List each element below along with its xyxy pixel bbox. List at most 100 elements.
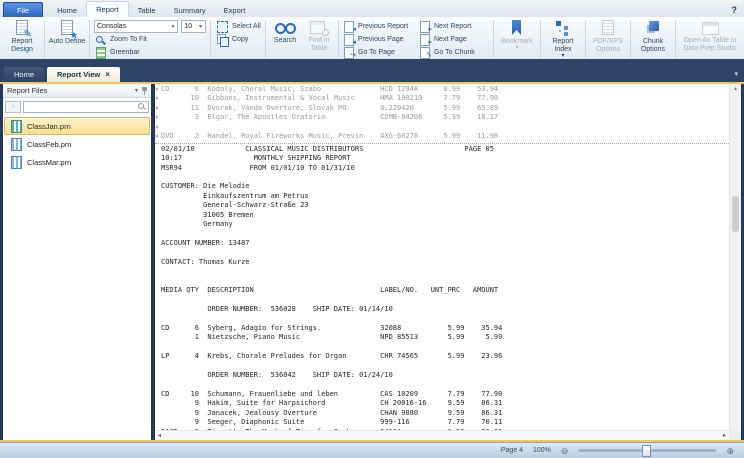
vertical-scrollbar-thumb[interactable]: [732, 196, 739, 232]
report-line-text: DVD 2 Handel, Royal Fireworks Music, Pre…: [161, 132, 498, 141]
select-all-button[interactable]: Select All: [213, 20, 263, 33]
zoom-slider-thumb[interactable]: [642, 445, 651, 457]
bookmark-button[interactable]: Bookmark ▾: [496, 18, 538, 60]
tab-summary[interactable]: Summary: [165, 3, 215, 17]
report-line: ×CD 6 Kodaly, Choral Music, Szabo HCD 12…: [155, 85, 729, 94]
horizontal-scrollbar[interactable]: ◂ ▸: [155, 430, 729, 440]
chevron-down-icon[interactable]: ▾: [734, 70, 738, 82]
file-search-row: ↑↓: [3, 98, 151, 115]
sort-icon[interactable]: ↑↓: [5, 101, 21, 113]
report-index-button[interactable]: Report Index ▾: [543, 18, 583, 60]
report-design-button[interactable]: Report Design: [2, 18, 42, 60]
report-line-text: [161, 123, 165, 132]
report-line: LP 4 Krebs, Chorale Preludes for Organ C…: [155, 352, 729, 361]
vertical-scrollbar[interactable]: ▴: [729, 84, 741, 430]
report-line-text: [161, 362, 165, 371]
close-icon[interactable]: ×: [105, 70, 110, 79]
report-line-text: [161, 277, 165, 286]
report-index-icon: [554, 20, 572, 37]
report-text[interactable]: × CD 6 Kodaly, Choral Music, Szabo HCD 12…: [155, 84, 729, 430]
page-indicator: Page 4: [501, 447, 523, 454]
zoom-to-fit-icon: [95, 35, 107, 45]
font-name-combobox[interactable]: Consolas ▼: [94, 20, 178, 33]
previous-page-button[interactable]: Previous Page: [341, 33, 417, 46]
zoom-in-button[interactable]: ⊕: [726, 446, 734, 456]
search-button[interactable]: Search: [268, 18, 302, 60]
report-line: ×: [155, 123, 729, 132]
report-line-text: Germany: [161, 220, 233, 229]
report-line-text: 10 Gibbons, Instrumental & Vocal Music H…: [161, 94, 498, 103]
group-separator: [44, 20, 45, 58]
report-line: CD 10 Schumann, Frauenliebe und leben CA…: [155, 390, 729, 399]
pin-icon[interactable]: [142, 86, 147, 95]
tab-home[interactable]: Home: [48, 3, 86, 17]
greenbar-button[interactable]: Greenbar: [92, 46, 208, 59]
zoom-out-button[interactable]: ⊖: [561, 446, 569, 456]
search-label: Search: [274, 37, 296, 45]
panel-title: Report Files: [7, 86, 47, 95]
report-line: ×DVD 2 Handel, Royal Fireworks Music, Pr…: [155, 132, 729, 141]
report-line-text: ACCOUNT NUMBER: 13487: [161, 239, 250, 248]
copy-button[interactable]: Copy: [213, 33, 263, 46]
go-to-page-label: Go To Page: [358, 49, 395, 56]
chevron-down-icon: ▾: [515, 46, 518, 51]
go-to-chunk-button[interactable]: Go To Chunk: [417, 46, 491, 59]
report-line: [155, 343, 729, 352]
report-line-text: [161, 248, 165, 257]
tab-export[interactable]: Export: [215, 3, 255, 17]
previous-report-icon: [344, 21, 355, 32]
report-line: MEDIA QTY DESCRIPTION LABEL/NO. UNT_PRC …: [155, 286, 729, 295]
previous-page-icon: [344, 34, 355, 45]
page-break-line: [155, 143, 729, 144]
scroll-right-icon[interactable]: ▸: [723, 432, 726, 440]
search-input[interactable]: [23, 101, 149, 113]
report-line-text: CD 10 Schumann, Frauenliebe und leben CA…: [161, 390, 502, 399]
report-line-text: [161, 343, 165, 352]
zoom-to-fit-button[interactable]: Zoom To Fit: [92, 33, 208, 46]
doc-tab-home[interactable]: Home: [4, 67, 44, 82]
report-line-text: [161, 267, 165, 276]
list-item[interactable]: ClassJan.prn: [4, 117, 150, 135]
open-as-table-button[interactable]: Open As Table in Data Prep Studio: [678, 18, 742, 60]
pdf-xps-options-button[interactable]: PDF/XPS Options: [588, 18, 628, 60]
report-line: [155, 381, 729, 390]
tab-table[interactable]: Table: [129, 3, 165, 17]
report-line-text: [161, 296, 165, 305]
chevron-down-icon: ▼: [167, 24, 175, 30]
copy-icon: [216, 34, 229, 45]
go-to-page-icon: [344, 47, 355, 58]
next-page-button[interactable]: Next Page: [417, 33, 491, 46]
report-line: 9 Seeger, Diaphonic Suite 999-116 7.79 7…: [155, 418, 729, 427]
next-report-button[interactable]: Next Report: [417, 20, 491, 33]
select-all-label: Select All: [232, 23, 261, 30]
tab-report[interactable]: Report: [86, 1, 129, 17]
report-design-label: Report Design: [3, 38, 41, 54]
list-item[interactable]: ClassFeb.prn: [4, 135, 150, 153]
go-to-chunk-icon: [420, 47, 431, 58]
report-line: × 11 Dvorak, Vanda Overture, Slovak PO 8…: [155, 104, 729, 113]
help-icon[interactable]: ?: [732, 5, 738, 17]
go-to-page-button[interactable]: Go To Page: [341, 46, 417, 59]
scroll-left-icon[interactable]: ◂: [158, 432, 161, 440]
report-line-text: 02/01/10 CLASSICAL MUSIC DISTRIBUTORS PA…: [161, 145, 494, 154]
scroll-up-icon[interactable]: ▴: [730, 85, 741, 92]
chunk-options-button[interactable]: Chunk Options: [633, 18, 673, 60]
tab-file[interactable]: File: [3, 2, 43, 17]
list-item[interactable]: ClassMar.prn: [4, 153, 150, 171]
doc-tab-report-view[interactable]: Report View ×: [47, 67, 120, 82]
font-size-combobox[interactable]: 10 ▼: [181, 20, 206, 33]
report-line: [155, 277, 729, 286]
file-name: ClassFeb.prn: [27, 140, 72, 149]
document-tab-bar: Home Report View × ▾: [0, 59, 744, 82]
file-name: ClassMar.prn: [27, 158, 71, 167]
find-in-table-button[interactable]: Find in Table: [302, 18, 336, 60]
report-line-text: CD 6 Kodaly, Choral Music, Szabo HCD 129…: [161, 85, 498, 94]
doc-tab-report-view-label: Report View: [57, 70, 100, 79]
chevron-down-icon[interactable]: ▾: [135, 87, 138, 94]
previous-report-button[interactable]: Previous Report: [341, 20, 417, 33]
zoom-slider[interactable]: [578, 449, 716, 452]
report-line-text: 1 Nietzsche, Piano Music NPD 85513 5.99 …: [161, 333, 502, 342]
auto-define-button[interactable]: Auto Define: [47, 18, 87, 60]
report-file-icon: [11, 156, 22, 169]
report-line: 9 Hakim, Suite for Harpsichord CH 20016-…: [155, 399, 729, 408]
